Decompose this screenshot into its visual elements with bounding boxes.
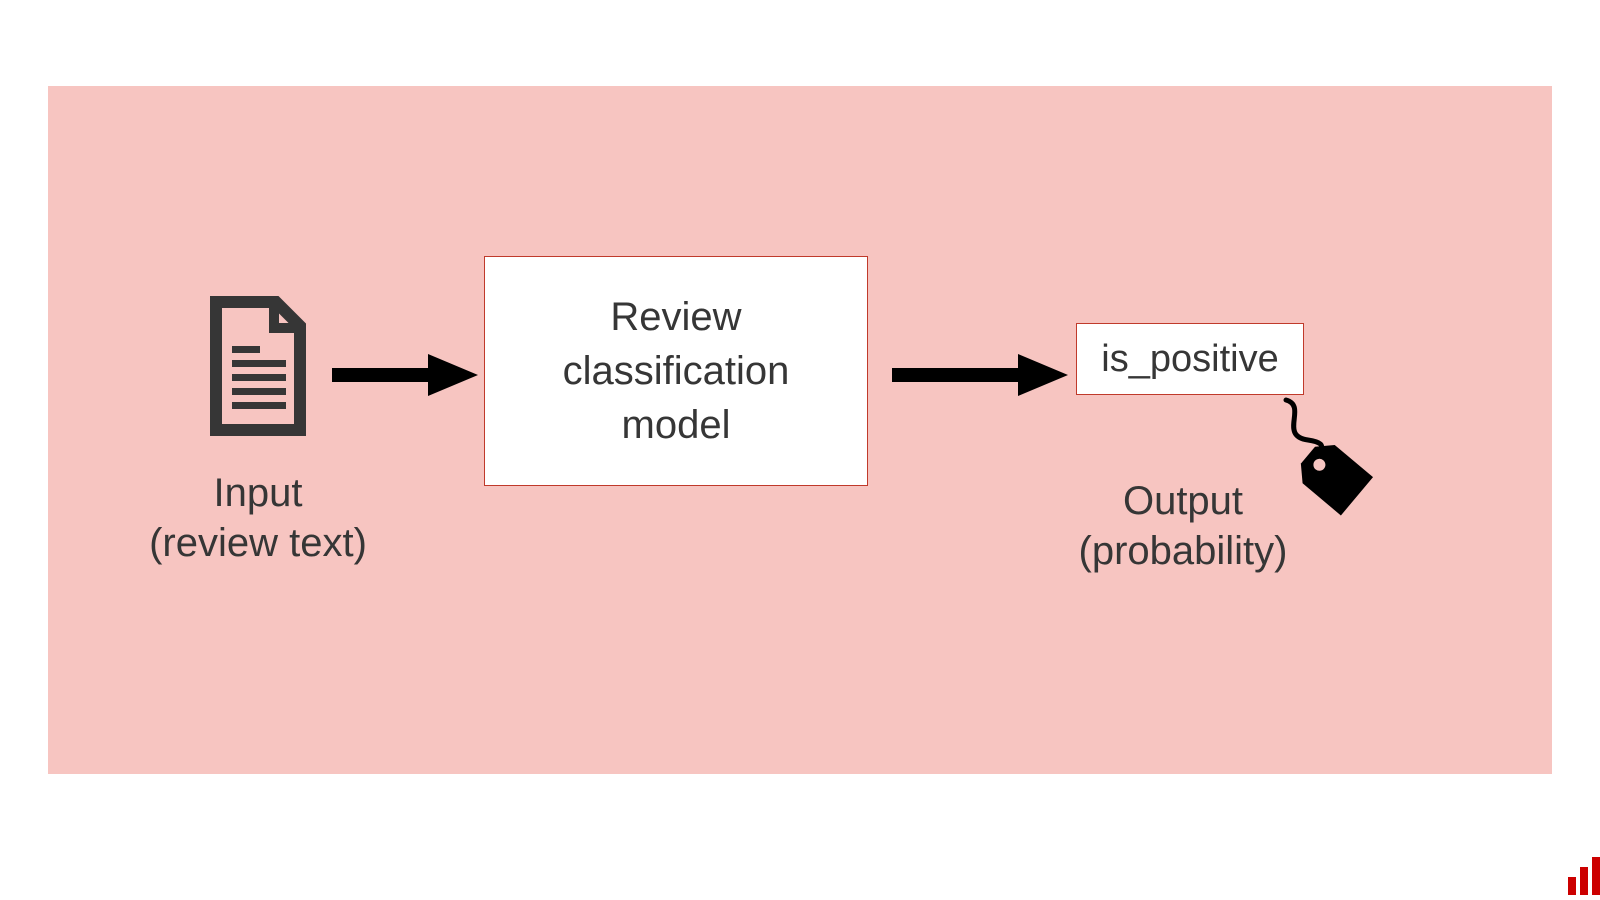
- output-box: is_positive: [1076, 323, 1304, 395]
- input-label-line2: (review text): [149, 521, 367, 565]
- document-icon: [198, 296, 318, 441]
- model-label-line3: model: [622, 403, 731, 447]
- output-label: Output (probability): [1008, 476, 1358, 576]
- input-label: Input (review text): [68, 468, 448, 568]
- input-label-line1: Input: [214, 471, 303, 515]
- output-label-line1: Output: [1123, 479, 1243, 523]
- diagram-canvas: Input (review text) Review classificatio…: [48, 86, 1552, 774]
- arrow-right-icon: [328, 350, 478, 405]
- logo-bars-icon: [1562, 857, 1600, 900]
- model-label-line2: classification: [563, 349, 790, 393]
- output-value: is_positive: [1101, 338, 1278, 381]
- arrow-right-icon: [888, 350, 1068, 405]
- output-label-line2: (probability): [1079, 529, 1288, 573]
- model-label: Review classification model: [563, 290, 790, 452]
- model-label-line1: Review: [610, 295, 741, 339]
- model-box: Review classification model: [484, 256, 868, 486]
